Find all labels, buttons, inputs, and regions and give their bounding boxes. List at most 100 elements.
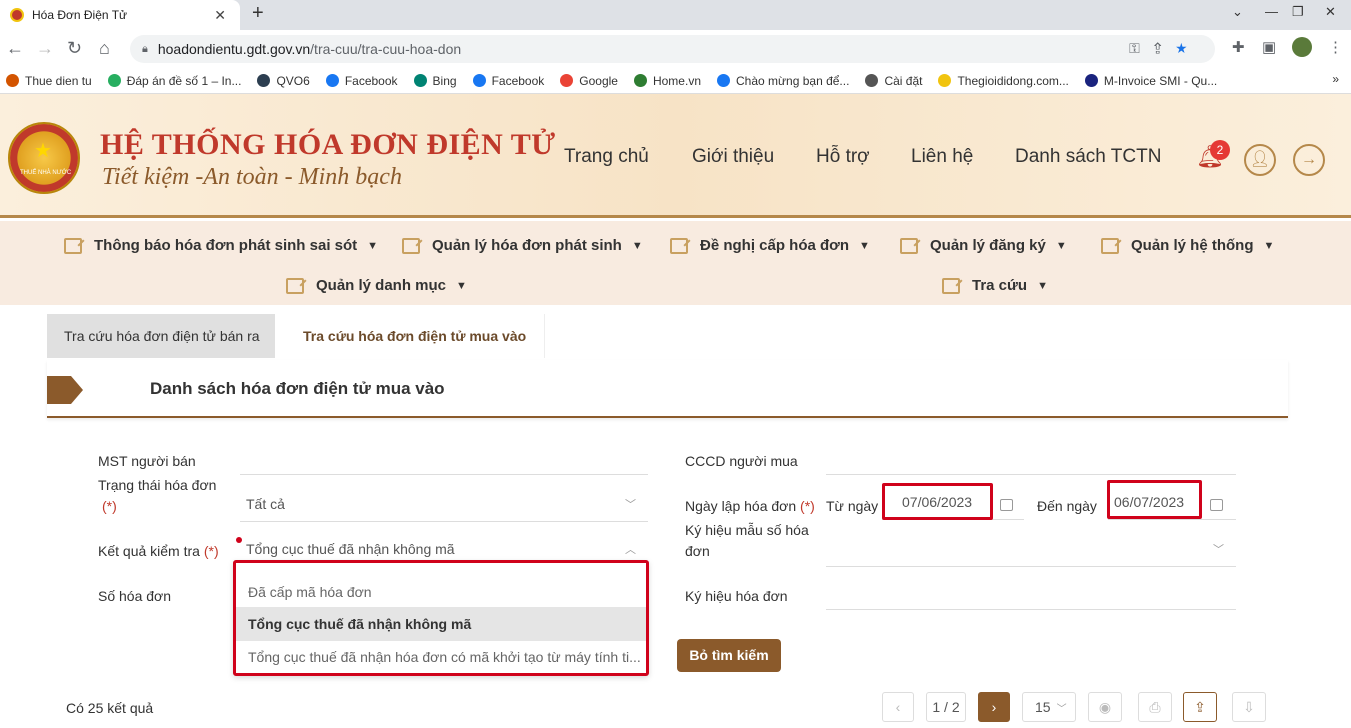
section-title: Danh sách hóa đơn điện tử mua vào: [150, 379, 445, 398]
bookmark-label: Facebook: [491, 73, 545, 88]
bookmark-item[interactable]: Thue dien tu: [6, 74, 92, 88]
clear-search-button[interactable]: Bỏ tìm kiếm: [677, 639, 781, 672]
bookmark-item[interactable]: Thegioididong.com...: [938, 74, 1069, 88]
dropdown-option-cash-register[interactable]: Tổng cục thuế đã nhận hóa đơn có mã khởi…: [236, 640, 646, 674]
bookmark-star-icon[interactable]: ★: [1176, 40, 1201, 56]
section-header: Danh sách hóa đơn điện tử mua vào: [47, 360, 1288, 418]
close-tab-icon[interactable]: ✕: [214, 7, 226, 24]
share-icon[interactable]: ⇪: [1154, 40, 1176, 56]
highlight-to-date: [1107, 480, 1202, 519]
back-icon[interactable]: ←: [6, 38, 24, 59]
bookmark-item[interactable]: Cài đặt: [865, 74, 922, 88]
page-indicator: 1 / 2: [926, 692, 966, 722]
bookmark-label: Đáp án đề số 1 – In...: [126, 73, 242, 88]
export-icon[interactable]: ⇪: [1183, 692, 1217, 722]
bookmark-item[interactable]: Facebook: [472, 73, 545, 88]
status-select[interactable]: Tất cả ﹀: [240, 490, 648, 522]
caret-down-icon: ▼: [631, 239, 643, 252]
logout-arrow-icon[interactable]: →: [1293, 144, 1325, 176]
mst-input[interactable]: [240, 448, 648, 475]
close-window-icon[interactable]: ✕: [1325, 4, 1336, 20]
profile-avatar[interactable]: [1292, 37, 1312, 57]
next-page-button[interactable]: ›: [978, 692, 1010, 722]
omnibox-actions[interactable]: ⚿⇪★: [1129, 40, 1201, 57]
bookmark-item[interactable]: Home.vn: [633, 74, 701, 88]
user-icon[interactable]: 👤︎: [1244, 144, 1276, 176]
forward-icon[interactable]: →: [36, 38, 54, 59]
dropdown-option-issued[interactable]: Đã cấp mã hóa đơn: [236, 575, 646, 609]
side-panel-icon[interactable]: ▣: [1262, 38, 1276, 56]
download-icon[interactable]: ⇩: [1232, 692, 1266, 722]
menu-error-notice[interactable]: Thông báo hóa đơn phát sinh sai sót ▼: [64, 237, 378, 254]
bookmark-favicon-icon: [6, 74, 19, 87]
bookmark-item[interactable]: Đáp án đề số 1 – In...: [107, 73, 242, 88]
restore-icon[interactable]: ❐: [1292, 4, 1304, 20]
tab-bought-invoices[interactable]: Tra cứu hóa đơn điện tử mua vào: [275, 314, 545, 358]
template-label-cont: đơn: [685, 543, 710, 559]
nav-tctn-list[interactable]: Danh sách TCTN: [1015, 146, 1161, 168]
calendar-icon[interactable]: [1210, 499, 1223, 511]
menu-label: Tra cứu: [972, 277, 1028, 294]
browser-tab[interactable]: Hóa Đơn Điện Tử ✕: [0, 0, 240, 30]
address-toolbar: ← → ↻ ⌂ 🔒︎ hoadondientu.gdt.gov.vn/tra-c…: [0, 30, 1351, 68]
bookmark-label: Cài đặt: [884, 73, 923, 88]
bookmark-item[interactable]: Chào mừng bạn để...: [717, 74, 849, 88]
menu-label: Quản lý hóa đơn phát sinh: [432, 237, 622, 254]
more-bookmarks-icon[interactable]: »: [1332, 72, 1339, 86]
bookmark-favicon-icon: [413, 74, 427, 87]
dropdown-option-no-code[interactable]: Tổng cục thuế đã nhận không mã: [236, 607, 646, 641]
required-mark: (*): [800, 498, 815, 514]
bookmark-item[interactable]: Google: [560, 74, 618, 88]
site-title: HỆ THỐNG HÓA ĐƠN ĐIỆN TỬ: [100, 128, 556, 161]
required-mark: (*): [102, 498, 117, 514]
cccd-input[interactable]: [826, 448, 1236, 475]
page-size-select[interactable]: 15 ﹀: [1022, 692, 1076, 722]
tab-sold-invoices[interactable]: Tra cứu hóa đơn điện tử bán ra: [47, 314, 275, 358]
nav-support[interactable]: Hỗ trợ: [816, 146, 870, 168]
minimize-icon[interactable]: —: [1265, 4, 1278, 19]
menu-invoice-request[interactable]: Đề nghị cấp hóa đơn ▼: [670, 237, 870, 254]
bookmark-item[interactable]: Facebook: [325, 74, 398, 88]
print-icon[interactable]: ⎙: [1138, 692, 1172, 722]
bookmark-label: Thue dien tu: [25, 73, 92, 88]
edit-icon: [670, 237, 688, 254]
flag-tip: [71, 376, 83, 404]
extensions-icon[interactable]: ✚: [1232, 38, 1245, 56]
date-label-text: Ngày lập hóa đơn: [685, 498, 797, 514]
bookmark-item[interactable]: QVO6: [257, 74, 310, 88]
template-select[interactable]: ﹀: [826, 535, 1236, 567]
nav-home[interactable]: Trang chủ: [564, 146, 649, 168]
caret-down-icon: ▼: [1263, 239, 1275, 252]
symbol-input[interactable]: [826, 580, 1236, 610]
chevron-up-icon: ︿: [625, 544, 636, 556]
check-label-text: Kết quả kiểm tra: [98, 543, 200, 559]
emblem-logo: ★ THUẾ NHÀ NƯỚC: [8, 122, 80, 194]
prev-page-button[interactable]: ‹: [882, 692, 914, 722]
menu-lookup[interactable]: Tra cứu ▼: [942, 277, 1048, 294]
new-tab-icon[interactable]: +: [252, 2, 264, 25]
chevron-down-icon: ﹀: [625, 499, 636, 511]
site-slogan: Tiết kiệm -An toàn - Minh bạch: [102, 164, 402, 190]
menu-kebab-icon[interactable]: ⋮: [1328, 38, 1343, 56]
reload-icon[interactable]: ↻: [67, 38, 82, 59]
bookmarks-bar: Thue dien tu Đáp án đề số 1 – In... QVO6 Fa…: [0, 68, 1351, 94]
nav-about[interactable]: Giới thiệu: [692, 146, 774, 168]
view-icon[interactable]: ◉: [1088, 692, 1122, 722]
url-bar[interactable]: 🔒︎ hoadondientu.gdt.gov.vn/tra-cuu/tra-c…: [130, 35, 1215, 63]
home-icon[interactable]: ⌂: [99, 38, 110, 59]
bookmark-item[interactable]: M-Invoice SMI - Qu...: [1084, 74, 1217, 88]
menu-registration[interactable]: Quản lý đăng ký ▼: [900, 237, 1067, 254]
calendar-icon[interactable]: [1000, 499, 1013, 511]
nav-contact[interactable]: Liên hệ: [911, 146, 973, 168]
bookmark-item[interactable]: Bing: [413, 74, 457, 88]
menu-system[interactable]: Quản lý hệ thống ▼: [1101, 237, 1274, 254]
url-host: hoadondientu.gdt.gov.vn: [157, 41, 311, 57]
edit-icon: [64, 237, 82, 254]
menu-invoice-management[interactable]: Quản lý hóa đơn phát sinh ▼: [402, 237, 643, 254]
tab-search-icon[interactable]: ⌄: [1232, 4, 1243, 20]
bookmark-label: Chào mừng bạn để...: [736, 73, 850, 88]
menu-catalog[interactable]: Quản lý danh mục ▼: [286, 277, 467, 294]
template-label: Ký hiệu mẫu số hóa: [685, 522, 809, 538]
tab-title: Hóa Đơn Điện Tử: [32, 8, 128, 22]
key-icon[interactable]: ⚿: [1129, 40, 1154, 56]
